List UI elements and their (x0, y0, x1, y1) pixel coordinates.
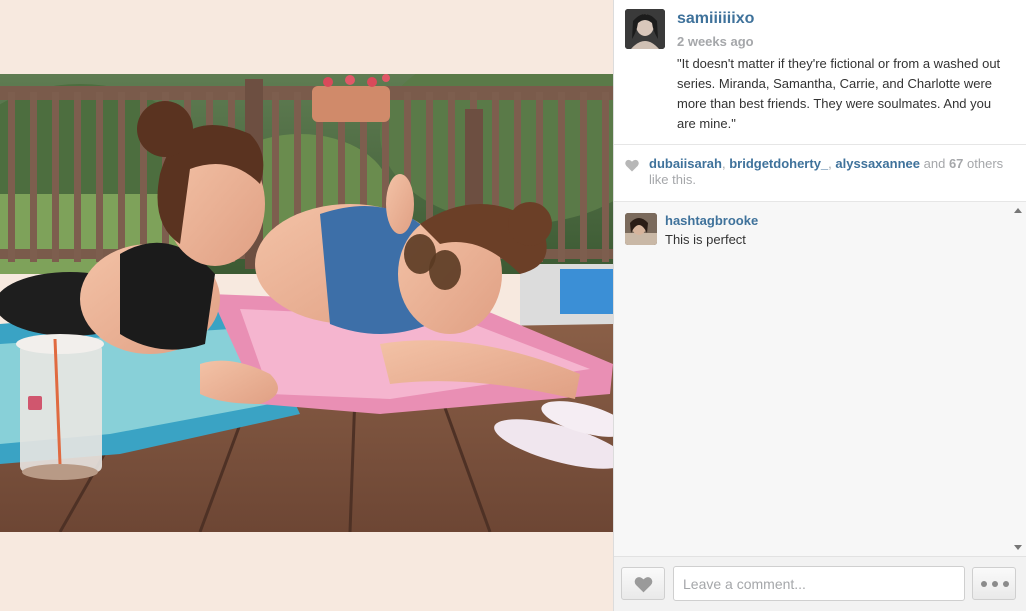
comments-list[interactable]: hashtagbrooke This is perfect (614, 202, 1026, 556)
post-details-panel: samiiiiiixo 2 weeks ago "It doesn't matt… (614, 0, 1026, 611)
more-options-button[interactable] (972, 567, 1016, 600)
comment-footer (614, 556, 1026, 611)
likes-summary: dubaiisarah, bridgetdoherty_, alyssaxann… (649, 156, 1009, 188)
comments-scrollbar[interactable] (1010, 202, 1026, 556)
liker-link[interactable]: alyssaxannee (835, 156, 920, 171)
post-timestamp: 2 weeks ago (677, 34, 754, 49)
comment-input[interactable] (673, 566, 965, 601)
scroll-up-arrow-icon[interactable] (1014, 208, 1022, 213)
photo-modal: samiiiiiixo 2 weeks ago "It doesn't matt… (0, 0, 1026, 611)
liker-link[interactable]: bridgetdoherty_ (729, 156, 828, 171)
like-button[interactable] (621, 567, 665, 600)
commenter-avatar[interactable] (625, 213, 657, 245)
user-avatar[interactable] (625, 9, 665, 49)
likes-count[interactable]: 67 (949, 156, 963, 171)
likes-and: and (923, 156, 946, 171)
photo-panel (0, 0, 614, 611)
comment-username[interactable]: hashtagbrooke (665, 213, 758, 228)
heart-icon (625, 159, 639, 177)
post-caption: "It doesn't matter if they're fictional … (677, 56, 1001, 131)
commenter-avatar-image (625, 213, 657, 245)
avatar-image (625, 9, 665, 49)
caption-section: samiiiiiixo 2 weeks ago "It doesn't matt… (614, 0, 1026, 145)
post-photo[interactable] (0, 74, 613, 532)
likes-section: dubaiisarah, bridgetdoherty_, alyssaxann… (614, 145, 1026, 202)
more-dots-icon (981, 581, 1009, 587)
comment-text: This is perfect (665, 232, 746, 247)
heart-icon (634, 576, 653, 598)
liker-link[interactable]: dubaiisarah (649, 156, 722, 171)
comment-item: hashtagbrooke This is perfect (625, 213, 1005, 247)
post-username-link[interactable]: samiiiiiixo (677, 10, 754, 28)
scroll-down-arrow-icon[interactable] (1014, 545, 1022, 550)
